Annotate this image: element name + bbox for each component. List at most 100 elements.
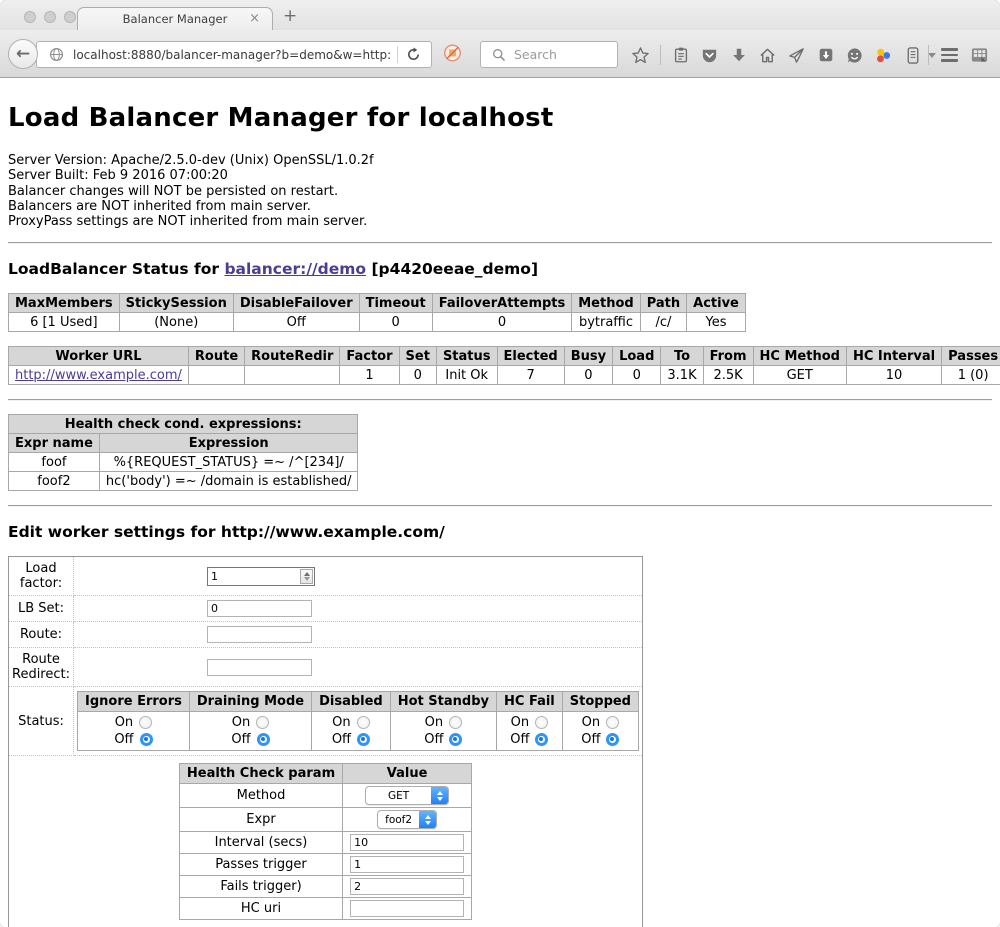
hot-standby-off-radio[interactable] bbox=[449, 733, 462, 746]
route-input[interactable] bbox=[207, 626, 312, 643]
pocket-icon[interactable] bbox=[700, 46, 719, 65]
cell-busy: 0 bbox=[564, 366, 612, 385]
url-text[interactable]: localhost:8880/balancer-manager?b=demo&w… bbox=[73, 48, 391, 62]
off-label: Off bbox=[581, 732, 600, 747]
status-draining-mode-cell: On Off bbox=[189, 712, 311, 751]
tab-balancer-manager[interactable]: Balancer Manager × bbox=[77, 7, 273, 30]
content-blocker-icon[interactable] bbox=[443, 43, 462, 62]
cell-maxmembers: 6 [1 Used] bbox=[9, 313, 120, 332]
method-select[interactable]: GET bbox=[365, 786, 449, 805]
globe-icon bbox=[47, 45, 66, 64]
method-selected-value: GET bbox=[366, 787, 431, 804]
browser-window: Balancer Manager × + ← localhost:8880/ba… bbox=[0, 0, 1000, 927]
new-tab-button[interactable]: + bbox=[283, 6, 297, 26]
expr-name-foof2: foof2 bbox=[9, 472, 100, 491]
status-hot-standby-cell: On Off bbox=[390, 712, 496, 751]
hc-fail-on-radio[interactable] bbox=[535, 716, 548, 729]
lb-set-input[interactable] bbox=[207, 600, 312, 617]
number-spinner-icon[interactable] bbox=[300, 569, 313, 584]
form-row-lb-set: LB Set: bbox=[9, 596, 643, 622]
hc-expr-row: foof2 hc('body') =~ /domain is establish… bbox=[9, 472, 358, 491]
window-controls[interactable] bbox=[24, 11, 76, 23]
hc-expressions-table: Health check cond. expressions: Expr nam… bbox=[8, 414, 358, 491]
disabled-on-radio[interactable] bbox=[357, 716, 370, 729]
expr-selected-value: foof2 bbox=[378, 811, 419, 828]
hot-standby-on-radio[interactable] bbox=[449, 716, 462, 729]
search-placeholder[interactable]: Search bbox=[514, 47, 557, 62]
cell-passes: 1 (0) bbox=[942, 366, 1000, 385]
close-window-button[interactable] bbox=[24, 11, 36, 23]
draining-mode-off-radio[interactable] bbox=[257, 733, 270, 746]
method-label: Method bbox=[179, 784, 342, 808]
on-label: On bbox=[511, 715, 529, 730]
col-busy: Busy bbox=[564, 347, 612, 366]
col-hc-value: Value bbox=[343, 764, 472, 784]
reading-list-icon[interactable] bbox=[671, 46, 690, 65]
hc-uri-input[interactable] bbox=[350, 900, 464, 917]
back-button[interactable]: ← bbox=[8, 39, 38, 69]
col-hc-fail: HC Fail bbox=[497, 692, 563, 712]
colored-dots-extension-icon[interactable] bbox=[874, 46, 893, 65]
hc-row-fails: Fails trigger) bbox=[179, 876, 471, 898]
minimize-window-button[interactable] bbox=[44, 11, 56, 23]
status-disabled-cell: On Off bbox=[312, 712, 391, 751]
col-passes: Passes bbox=[942, 347, 1000, 366]
passes-input[interactable] bbox=[350, 856, 464, 873]
search-icon bbox=[489, 45, 508, 64]
route-redirect-label: Route Redirect: bbox=[9, 648, 74, 687]
col-set: Set bbox=[399, 347, 436, 366]
col-ignore-errors: Ignore Errors bbox=[78, 692, 190, 712]
draining-mode-on-radio[interactable] bbox=[256, 716, 269, 729]
col-path: Path bbox=[640, 294, 686, 313]
menu-icon[interactable] bbox=[941, 48, 958, 62]
bookmarks-grid-icon[interactable] bbox=[970, 46, 989, 65]
downloads-icon[interactable] bbox=[729, 46, 748, 65]
ignore-errors-off-radio[interactable] bbox=[140, 733, 153, 746]
page-title: Load Balancer Manager for localhost bbox=[8, 103, 992, 133]
share-icon[interactable] bbox=[787, 46, 806, 65]
download-box-extension-icon[interactable] bbox=[816, 46, 835, 65]
smiley-extension-icon[interactable] bbox=[845, 46, 864, 65]
col-expression: Expression bbox=[99, 434, 358, 453]
home-icon[interactable] bbox=[758, 46, 777, 65]
hc-row-expr: Expr foof2 bbox=[179, 808, 471, 832]
reload-icon[interactable] bbox=[404, 45, 423, 64]
zoom-window-button[interactable] bbox=[64, 11, 76, 23]
bookmark-star-icon[interactable] bbox=[631, 46, 650, 65]
expr-select[interactable]: foof2 bbox=[377, 810, 437, 829]
worker-row: http://www.example.com/ 1 0 Init Ok 7 0 … bbox=[9, 366, 1000, 385]
col-to: To bbox=[661, 347, 703, 366]
url-bar[interactable]: localhost:8880/balancer-manager?b=demo&w… bbox=[36, 41, 432, 68]
ignore-errors-on-radio[interactable] bbox=[139, 716, 152, 729]
edit-worker-form: Load factor: 1 LB Set: Route: Route Redi… bbox=[8, 556, 643, 927]
tab-close-icon[interactable]: × bbox=[249, 11, 260, 26]
col-timeout: Timeout bbox=[359, 294, 432, 313]
divider bbox=[8, 242, 992, 244]
on-label: On bbox=[232, 715, 250, 730]
cell-method: bytraffic bbox=[572, 313, 640, 332]
fails-input[interactable] bbox=[350, 878, 464, 895]
route-label: Route: bbox=[9, 622, 74, 648]
stopped-off-radio[interactable] bbox=[606, 733, 619, 746]
status-heading-prefix: LoadBalancer Status for bbox=[8, 260, 224, 278]
col-stopped: Stopped bbox=[562, 692, 638, 712]
list-extension-icon[interactable] bbox=[903, 46, 922, 65]
col-hc-interval: HC Interval bbox=[846, 347, 941, 366]
cell-failoverattempts: 0 bbox=[432, 313, 572, 332]
disabled-off-radio[interactable] bbox=[357, 733, 370, 746]
stopped-on-radio[interactable] bbox=[606, 716, 619, 729]
divider bbox=[8, 505, 992, 507]
search-bar[interactable]: Search bbox=[480, 41, 618, 68]
hc-fail-off-radio[interactable] bbox=[535, 733, 548, 746]
col-draining-mode: Draining Mode bbox=[189, 692, 311, 712]
route-redirect-input[interactable] bbox=[207, 659, 312, 676]
balancer-demo-link[interactable]: balancer://demo bbox=[224, 260, 366, 278]
col-load: Load bbox=[613, 347, 661, 366]
interval-input[interactable] bbox=[350, 834, 464, 851]
load-factor-input[interactable]: 1 bbox=[207, 567, 315, 586]
form-row-load-factor: Load factor: 1 bbox=[9, 557, 643, 596]
col-hc-param: Health Check param bbox=[179, 764, 342, 784]
worker-url-link[interactable]: http://www.example.com/ bbox=[15, 368, 182, 383]
server-info: Server Version: Apache/2.5.0-dev (Unix) … bbox=[8, 153, 992, 229]
fails-label: Fails trigger) bbox=[179, 876, 342, 898]
